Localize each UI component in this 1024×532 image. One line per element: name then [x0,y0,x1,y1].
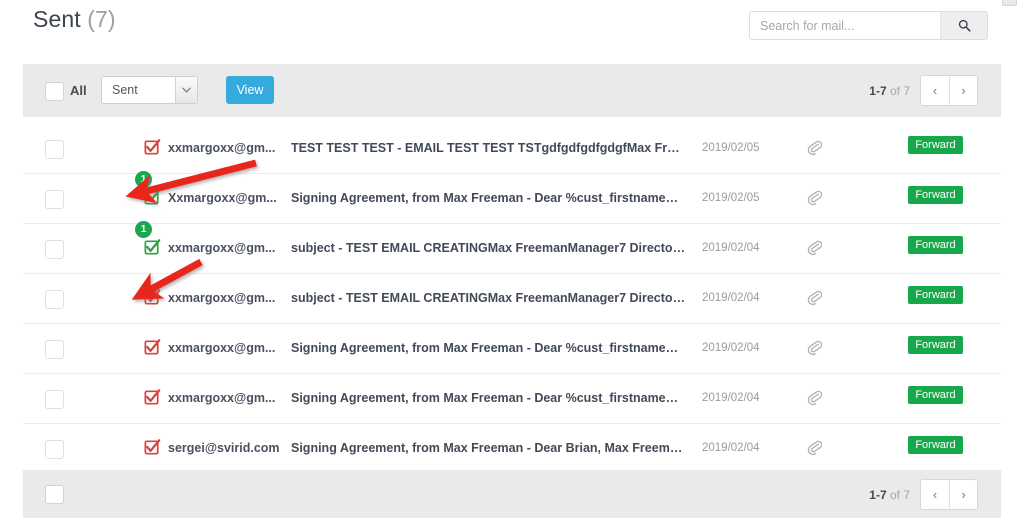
row-subject[interactable]: subject - TEST EMAIL CREATINGMax Freeman… [291,241,686,255]
mail-row[interactable]: xxmargoxx@gm... subject - TEST EMAIL CREA… [23,274,1001,324]
checkbox-checked-red-icon[interactable] [143,138,163,158]
mail-row[interactable]: xxmargoxx@gm... Signing Agreement, from M… [23,324,1001,374]
forward-button[interactable]: Forward [908,386,963,404]
select-all-checkbox[interactable] [45,82,64,101]
mail-list: xxmargoxx@gm... TEST TEST TEST - EMAIL TE… [23,124,1001,473]
mail-row[interactable]: sergei@svirid.com Signing Agreement, from… [23,424,1001,473]
checkbox-checked-red-icon[interactable] [143,338,163,358]
chevron-down-icon [175,77,197,103]
search-box [749,11,988,40]
row-select-checkbox[interactable] [45,290,64,309]
search-input[interactable] [750,12,940,39]
row-select-checkbox[interactable] [45,190,64,209]
search-button[interactable] [940,12,987,39]
mail-row[interactable]: 1 Xxmargoxx@gm... Signing Agreement, from … [23,171,1001,224]
checkbox-checked-red-icon[interactable] [143,288,163,308]
row-date: 2019/02/04 [702,292,760,304]
page-title-count: (7) [87,6,116,32]
forward-button[interactable]: Forward [908,236,963,254]
footer-select-all-checkbox[interactable] [45,485,64,504]
row-date: 2019/02/04 [702,392,760,404]
row-subject[interactable]: Signing Agreement, from Max Freeman - De… [291,191,686,205]
paperclip-icon[interactable] [807,439,823,457]
footer-pagination-of: of [886,487,904,502]
footer-pagination-range: 1-7 [869,487,887,502]
next-page-button[interactable]: › [949,76,977,105]
select-all-label: All [70,83,87,98]
mailbox-select[interactable]: Sent [101,76,198,104]
forward-button[interactable]: Forward [908,286,963,304]
row-subject[interactable]: TEST TEST TEST - EMAIL TEST TEST TSTgdfg… [291,141,686,155]
checkbox-checked-green-icon[interactable] [143,238,163,258]
footer-pagination-total: 7 [903,487,910,502]
view-button[interactable]: View [226,76,274,104]
row-sender[interactable]: xxmargoxx@gm... [168,141,283,155]
checkbox-checked-green-icon[interactable] [143,188,163,208]
toolbar-pagination: 1-7 of 7 ‹ › [869,75,978,106]
row-subject[interactable]: Signing Agreement, from Max Freeman - De… [291,391,686,405]
footer-next-page-button[interactable]: › [949,480,977,509]
pagination-total: 7 [903,83,910,98]
paperclip-icon[interactable] [807,289,823,307]
paperclip-icon[interactable] [807,339,823,357]
page-title-text: Sent [33,6,81,32]
list-footer: 1-7 of 7 ‹ › [23,470,1001,518]
paperclip-icon[interactable] [807,239,823,257]
paperclip-icon[interactable] [807,189,823,207]
footer-pagination-summary: 1-7 of 7 [869,488,910,502]
forward-button[interactable]: Forward [908,336,963,354]
forward-button[interactable]: Forward [908,436,963,454]
list-toolbar: All Sent View 1-7 of 7 ‹ › [23,64,1001,117]
mail-row[interactable]: xxmargoxx@gm... Signing Agreement, from M… [23,374,1001,424]
mailbox-select-value: Sent [112,83,138,97]
row-sender[interactable]: sergei@svirid.com [168,441,283,455]
paperclip-icon[interactable] [807,139,823,157]
row-attachment-count-badge: 1 [135,171,152,188]
row-date: 2019/02/04 [702,442,760,454]
footer-pagination: 1-7 of 7 ‹ › [869,479,978,510]
row-select-checkbox[interactable] [45,390,64,409]
row-select-checkbox[interactable] [45,440,64,459]
row-select-checkbox[interactable] [45,340,64,359]
row-date: 2019/02/05 [702,192,760,204]
row-select-checkbox[interactable] [45,140,64,159]
search-icon [958,19,971,32]
page-header: Sent (7) [0,0,1024,58]
footer-prev-page-button[interactable]: ‹ [921,480,949,509]
checkbox-checked-red-icon[interactable] [143,388,163,408]
checkbox-checked-red-icon[interactable] [143,438,163,458]
mail-row[interactable]: 1 xxmargoxx@gm... subject - TEST EMAIL CRE… [23,221,1001,274]
row-sender[interactable]: xxmargoxx@gm... [168,291,283,305]
row-date: 2019/02/04 [702,342,760,354]
pagination-buttons: ‹ › [920,75,978,106]
row-select-checkbox[interactable] [45,240,64,259]
row-sender[interactable]: Xxmargoxx@gm... [168,191,283,205]
row-sender[interactable]: xxmargoxx@gm... [168,391,283,405]
row-sender[interactable]: xxmargoxx@gm... [168,241,283,255]
mail-row[interactable]: xxmargoxx@gm... TEST TEST TEST - EMAIL TE… [23,124,1001,174]
forward-button[interactable]: Forward [908,186,963,204]
footer-pagination-buttons: ‹ › [920,479,978,510]
prev-page-button[interactable]: ‹ [921,76,949,105]
row-attachment-count-badge: 1 [135,221,152,238]
pagination-summary: 1-7 of 7 [869,84,910,98]
paperclip-icon[interactable] [807,389,823,407]
page-title: Sent (7) [33,6,116,33]
row-date: 2019/02/04 [702,242,760,254]
pagination-of: of [886,83,904,98]
row-subject[interactable]: Signing Agreement, from Max Freeman - De… [291,341,686,355]
row-sender[interactable]: xxmargoxx@gm... [168,341,283,355]
clipped-top-element [1002,0,1017,6]
row-date: 2019/02/05 [702,142,760,154]
row-subject[interactable]: subject - TEST EMAIL CREATINGMax Freeman… [291,291,686,305]
forward-button[interactable]: Forward [908,136,963,154]
row-subject[interactable]: Signing Agreement, from Max Freeman - De… [291,441,686,455]
pagination-range: 1-7 [869,83,887,98]
